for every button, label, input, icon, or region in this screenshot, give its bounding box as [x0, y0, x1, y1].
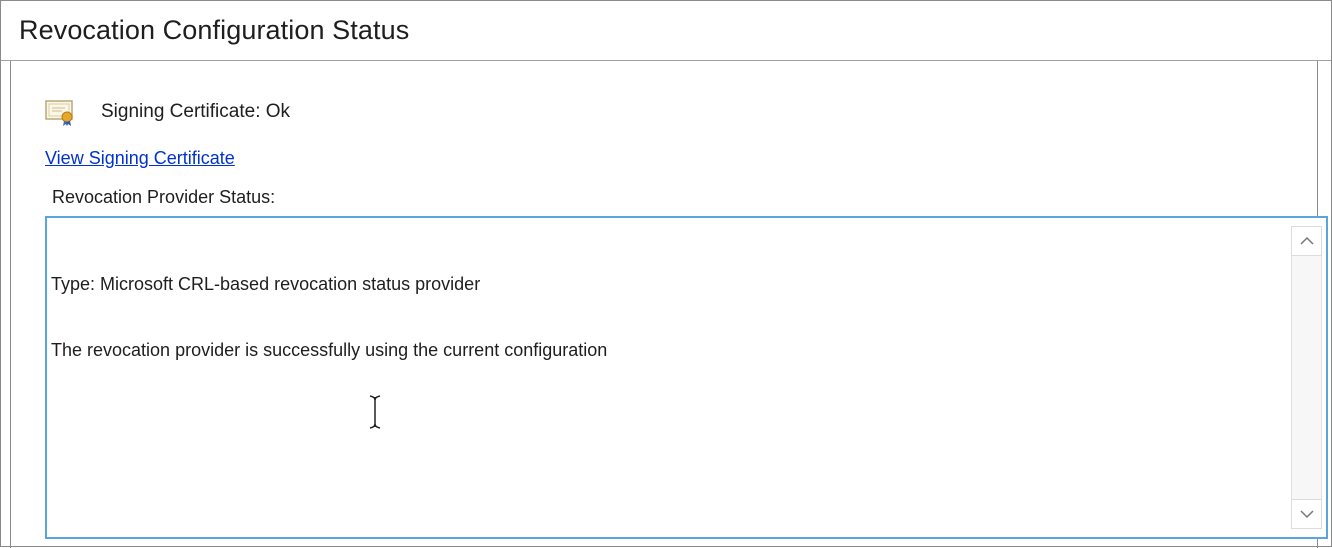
signing-certificate-status: Signing Certificate: Ok [101, 101, 291, 122]
chevron-down-icon [1299, 510, 1314, 519]
left-divider [10, 61, 11, 548]
view-signing-certificate-link[interactable]: View Signing Certificate [45, 148, 235, 169]
text-cursor-icon [369, 395, 381, 429]
revocation-provider-status-textbox[interactable]: Type: Microsoft CRL-based revocation sta… [45, 216, 1328, 539]
revocation-provider-status-label: Revocation Provider Status: [52, 187, 276, 207]
certificate-icon [45, 97, 79, 127]
vertical-scrollbar[interactable] [1284, 218, 1326, 537]
status-line-result: The revocation provider is successfully … [51, 340, 608, 360]
scrollbar-track[interactable] [1291, 226, 1322, 529]
chevron-up-icon [1299, 236, 1314, 245]
status-text-content: Type: Microsoft CRL-based revocation sta… [51, 229, 607, 405]
panel-header: Revocation Configuration Status [1, 1, 1331, 61]
scroll-down-button[interactable] [1291, 499, 1322, 529]
status-line-type: Type: Microsoft CRL-based revocation sta… [51, 274, 481, 294]
page-title: Revocation Configuration Status [19, 15, 410, 45]
revocation-status-panel: Revocation Configuration Status Signing … [0, 0, 1332, 548]
signing-certificate-row: Signing Certificate: Ok [45, 97, 290, 127]
scroll-up-button[interactable] [1291, 226, 1322, 256]
